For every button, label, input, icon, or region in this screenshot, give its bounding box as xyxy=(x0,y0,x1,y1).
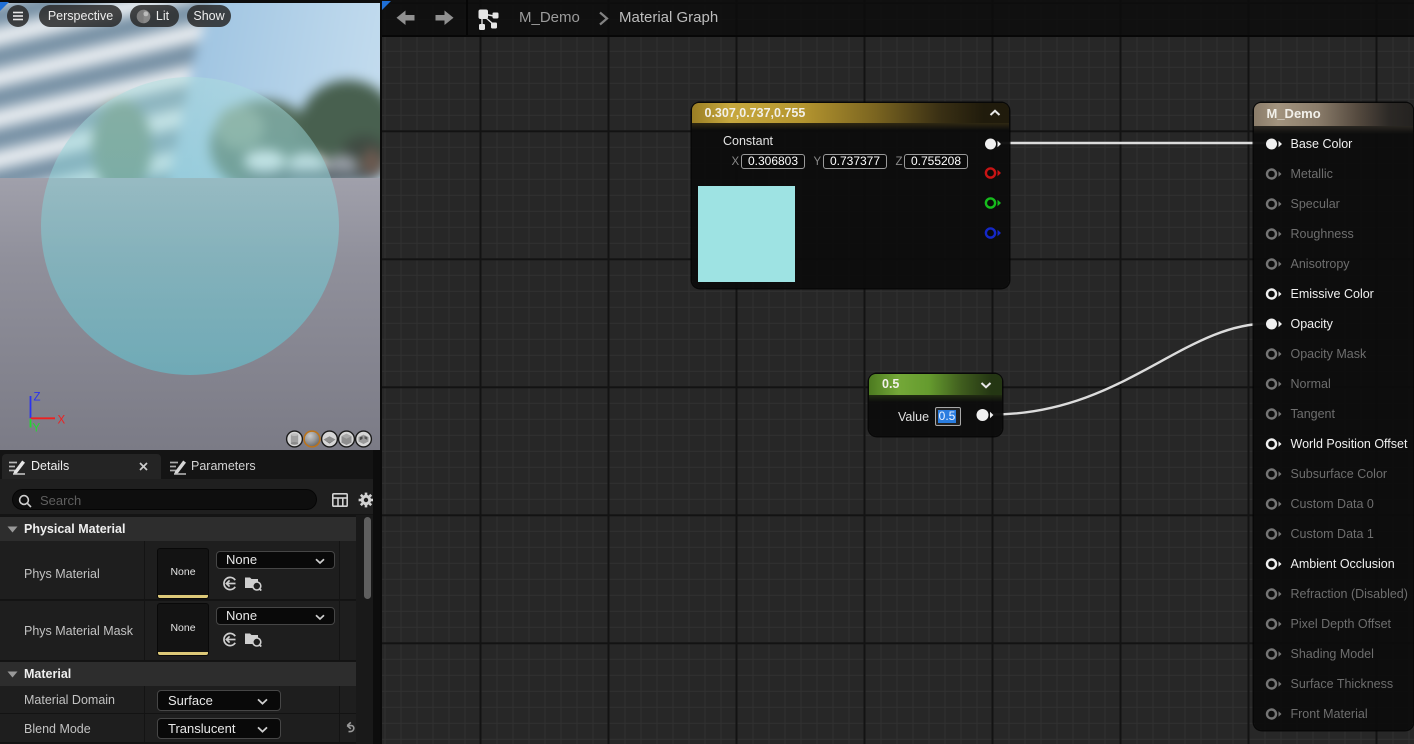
svg-text:Z: Z xyxy=(34,392,41,404)
svg-text:Y: Y xyxy=(33,423,41,435)
svg-text:X: X xyxy=(58,415,66,427)
